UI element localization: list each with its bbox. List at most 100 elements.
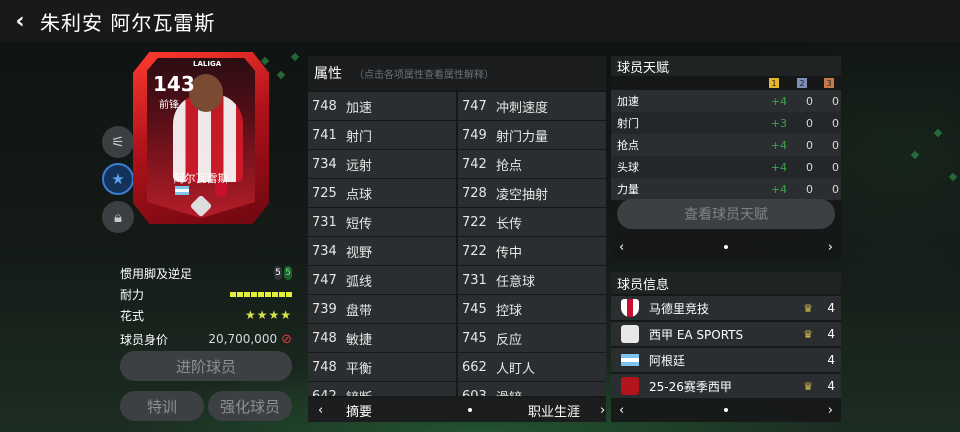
talent-label: 射门 xyxy=(617,117,639,130)
prev-arrow-icon[interactable]: ‹ xyxy=(318,403,334,418)
attribute-cell[interactable]: 742 抢点 xyxy=(458,150,606,178)
advance-button[interactable]: 进阶球员 xyxy=(120,351,292,381)
attribute-cell[interactable]: 603 滑铲 xyxy=(458,382,606,396)
talent-label: 力量 xyxy=(617,183,639,196)
attribute-value: 731 xyxy=(462,272,487,288)
attribute-cell[interactable]: 745 控球 xyxy=(458,295,606,323)
club-crest-icon xyxy=(215,183,227,197)
foot-label: 惯用脚及逆足 xyxy=(120,266,193,281)
talent-level-1-value: +4 xyxy=(770,160,787,174)
player-info-row[interactable]: 西甲 EA SPORTS ♛ 4 xyxy=(611,322,841,346)
stamina-row: 耐力 xyxy=(120,285,292,303)
attributes-grid: 748 加速 747 冲刺速度 741 射门 749 射门力量 734 远射 742 抢点 725 点球 7… xyxy=(308,92,606,396)
attribute-cell[interactable]: 747 冲刺速度 xyxy=(458,92,606,120)
prev-arrow-icon[interactable]: ‹ xyxy=(619,403,624,418)
attribute-value: 747 xyxy=(312,272,337,288)
attribute-value: 734 xyxy=(312,243,337,259)
attribute-label: 抢点 xyxy=(496,158,523,174)
favorite-button[interactable]: ★ xyxy=(102,163,134,195)
attribute-cell[interactable]: 749 射门力量 xyxy=(458,121,606,149)
attribute-cell[interactable]: 747 弧线 xyxy=(308,266,456,294)
attribute-cell[interactable]: 728 凌空抽射 xyxy=(458,179,606,207)
attribute-cell[interactable]: 741 射门 xyxy=(308,121,456,149)
attribute-cell[interactable]: 722 长传 xyxy=(458,208,606,236)
player-card[interactable]: LALIGA 143 前锋 阿尔瓦雷斯 xyxy=(133,52,269,224)
attribute-cell[interactable]: 739 盘带 xyxy=(308,295,456,323)
next-arrow-icon[interactable]: › xyxy=(828,240,833,255)
enhance-button[interactable]: 强化球员 xyxy=(208,391,292,421)
view-talent-button[interactable]: 查看球员天赋 xyxy=(617,199,835,229)
attribute-label: 弧线 xyxy=(346,274,373,290)
player-info-title: 球员信息 xyxy=(611,272,841,294)
talent-level-3-value: 0 xyxy=(832,160,839,174)
attribute-cell[interactable]: 731 任意球 xyxy=(458,266,606,294)
top-bar: ‹ 朱利安 阿尔瓦雷斯 xyxy=(0,0,960,42)
page-dot xyxy=(724,245,728,249)
attribute-cell[interactable]: 642 铲断 xyxy=(308,382,456,396)
player-info-panel: 球员信息 马德里竞技 ♛ 4 西甲 EA SPORTS ♛ 4 阿根廷 4 25-26赛季西甲 ♛… xyxy=(611,272,841,422)
player-info-count: 4 xyxy=(827,327,835,341)
career-tab[interactable]: 职业生涯 xyxy=(528,401,586,420)
share-icon: ⚟ xyxy=(111,133,125,151)
attribute-label: 远射 xyxy=(346,158,373,174)
next-arrow-icon[interactable]: › xyxy=(600,403,605,418)
attribute-cell[interactable]: 722 传中 xyxy=(458,237,606,265)
not-tradable-icon: ⊘ xyxy=(281,331,292,347)
prev-arrow-icon[interactable]: ‹ xyxy=(619,240,624,255)
season-icon xyxy=(621,377,639,395)
price-label: 球员身价 xyxy=(120,332,169,347)
stamina-label: 耐力 xyxy=(120,287,145,302)
attribute-value: 603 xyxy=(462,388,487,397)
attribute-label: 射门力量 xyxy=(496,129,549,145)
attribute-value: 747 xyxy=(462,98,487,114)
attribute-value: 662 xyxy=(462,359,487,375)
player-info-row[interactable]: 马德里竞技 ♛ 4 xyxy=(611,296,841,320)
attribute-label: 视野 xyxy=(346,245,373,261)
attribute-label: 加速 xyxy=(346,100,373,116)
attribute-label: 盘带 xyxy=(346,303,373,319)
attribute-value: 722 xyxy=(462,243,487,259)
attribute-value: 725 xyxy=(312,185,337,201)
talent-level-2-value: 0 xyxy=(806,160,813,174)
card-position: 前锋 xyxy=(159,100,179,111)
lock-button[interactable]: 🔒︎ xyxy=(102,201,134,233)
player-info-row[interactable]: 25-26赛季西甲 ♛ 4 xyxy=(611,374,841,398)
level-2-badge: 2 xyxy=(797,78,807,88)
talent-level-3-value: 0 xyxy=(832,182,839,196)
attribute-cell[interactable]: 725 点球 xyxy=(308,179,456,207)
summary-tab[interactable]: 摘要 xyxy=(334,401,438,420)
player-info-text: 马德里竞技 xyxy=(649,301,710,316)
player-info-count: 4 xyxy=(827,353,835,367)
next-arrow-icon[interactable]: › xyxy=(828,403,833,418)
player-info-row[interactable]: 阿根廷 4 xyxy=(611,348,841,372)
attribute-label: 点球 xyxy=(346,187,373,203)
attribute-cell[interactable]: 748 敏捷 xyxy=(308,324,456,352)
attribute-label: 任意球 xyxy=(496,274,536,290)
talent-title: 球员天赋 xyxy=(611,56,841,76)
share-button[interactable]: ⚟ xyxy=(102,126,134,158)
attribute-cell[interactable]: 748 加速 xyxy=(308,92,456,120)
weak-foot-value: 5 xyxy=(284,266,292,280)
attribute-cell[interactable]: 745 反应 xyxy=(458,324,606,352)
attribute-label: 长传 xyxy=(496,216,523,232)
foot-values: 5 5 xyxy=(274,266,292,280)
price-row: 球员身价 20,700,000 ⊘ xyxy=(120,330,292,348)
talent-level-2-value: 0 xyxy=(806,94,813,108)
attribute-cell[interactable]: 734 视野 xyxy=(308,237,456,265)
talent-level-2-value: 0 xyxy=(806,182,813,196)
skill-row: 花式 ★★★★ xyxy=(120,306,292,324)
attribute-label: 射门 xyxy=(346,129,373,145)
attribute-cell[interactable]: 662 人盯人 xyxy=(458,353,606,381)
attribute-label: 平衡 xyxy=(346,361,373,377)
attribute-value: 722 xyxy=(462,214,487,230)
attribute-cell[interactable]: 748 平衡 xyxy=(308,353,456,381)
attribute-cell[interactable]: 734 远射 xyxy=(308,150,456,178)
attribute-cell[interactable]: 731 短传 xyxy=(308,208,456,236)
attribute-label: 人盯人 xyxy=(496,361,536,377)
attribute-value: 745 xyxy=(462,330,487,346)
train-button[interactable]: 特训 xyxy=(120,391,204,421)
back-arrow-icon[interactable]: ‹ xyxy=(0,9,40,34)
club-atletico-icon xyxy=(621,299,639,317)
card-rating: 143 xyxy=(153,72,195,96)
talent-level-1-value: +4 xyxy=(770,94,787,108)
